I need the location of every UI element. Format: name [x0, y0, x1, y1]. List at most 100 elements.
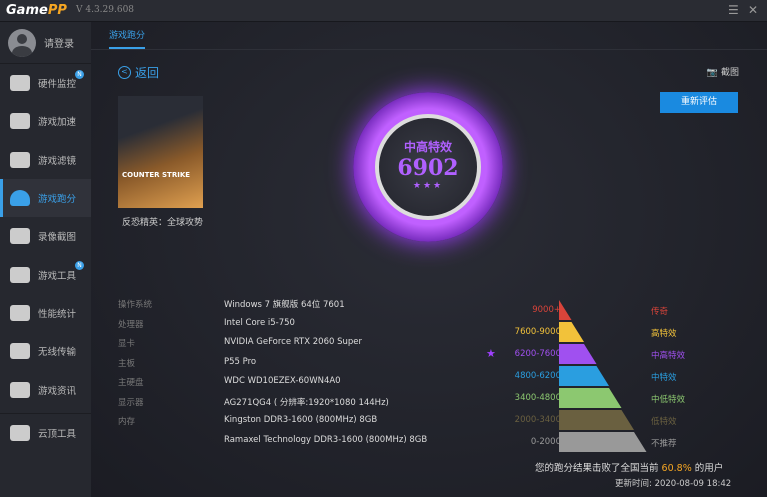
nav-icon: [10, 304, 30, 321]
sidebar-item-9[interactable]: 云顶工具: [0, 414, 91, 452]
sidebar-item-label: 硬件监控: [38, 79, 77, 91]
new-badge: N: [75, 261, 84, 271]
update-time: 更新时间: 2020-08-09 18:42: [615, 479, 732, 489]
sidebar-item-5[interactable]: 游戏工具 N: [0, 255, 91, 293]
result-text: 您的跑分结果击败了全国当前 60.8% 的用户: [535, 460, 723, 474]
new-badge: N: [75, 70, 84, 79]
nav-icon: [10, 113, 30, 130]
version: V 4.3.29.608: [76, 5, 135, 15]
sidebar-item-4[interactable]: 录像截图: [0, 217, 91, 255]
menu-icon[interactable]: ☰: [728, 3, 739, 17]
back-label: 返回: [135, 66, 160, 80]
spec-key: 显卡: [118, 339, 136, 349]
tier-range: 9000+: [532, 305, 561, 315]
tier-name: 中低特效: [651, 395, 686, 405]
tier-range: 4800-6200: [514, 371, 561, 381]
retest-button[interactable]: 重新评估: [660, 92, 738, 113]
sidebar-item-1[interactable]: 游戏加速: [0, 102, 91, 140]
nav-icon: [10, 75, 30, 92]
title-bar: GamePP V 4.3.29.608 ☰ ✕: [0, 0, 767, 22]
tier-name: 中高特效: [651, 351, 686, 361]
close-icon[interactable]: ✕: [748, 3, 758, 17]
spec-value: AG271QG4 ( 分辨率:1920*1080 144Hz): [224, 397, 389, 408]
spec-key: 显示器: [118, 397, 144, 408]
spec-key: 处理器: [118, 319, 144, 330]
sidebar-item-label: 游戏资讯: [38, 385, 77, 397]
main-panel: 游戏跑分 < 返回 📷 截图 重新评估 COUNTER STRIKE 反恐精英：全…: [91, 22, 767, 497]
avatar: [8, 28, 36, 57]
tier-range: 0-2000: [530, 437, 561, 447]
tab-benchmark[interactable]: 游戏跑分: [109, 28, 146, 49]
spec-key: 主板: [118, 358, 136, 369]
spec-row: 内存 Kingston DDR3-1600 (800MHz) 8GB: [118, 415, 427, 435]
spec-value: P55 Pro: [224, 356, 257, 367]
tier-bar: [559, 432, 647, 452]
spec-key: 内存: [118, 417, 136, 427]
score-level: 中高特效: [403, 140, 452, 154]
spec-row: 操作系统 Windows 7 旗舰版 64位 7601: [118, 298, 427, 318]
login-label: 请登录: [44, 39, 74, 50]
tier-name: 中特效: [651, 373, 677, 383]
sidebar-item-8[interactable]: 游戏资讯: [0, 370, 91, 408]
cover-title: COUNTER STRIKE: [122, 171, 191, 179]
tier-bar: [559, 388, 622, 408]
sidebar-item-2[interactable]: 游戏滤镜: [0, 141, 91, 179]
result-pre: 您的跑分结果击败了全国当前: [535, 463, 659, 474]
spec-row: 显示器 AG271QG4 ( 分辨率:1920*1080 144Hz): [118, 396, 427, 416]
spec-key: 操作系统: [118, 300, 153, 310]
tier-bar: [559, 410, 634, 430]
sidebar-item-label: 游戏加速: [38, 117, 77, 129]
tier-name: 低特效: [651, 417, 677, 427]
spec-row: 显卡 NVIDIA GeForce RTX 2060 Super: [118, 337, 427, 357]
tier-range: 6200-7600: [514, 349, 561, 359]
sidebar-item-label: 游戏工具: [38, 270, 77, 282]
screenshot-button[interactable]: 📷 截图: [707, 65, 739, 78]
nav-icon: [10, 190, 30, 207]
spec-row: 主硬盘 WDC WD10EZEX-60WN4A0: [118, 376, 427, 396]
sidebar-item-label: 云顶工具: [38, 428, 77, 440]
score-stars: ★★★: [412, 181, 444, 191]
sidebar-item-7[interactable]: 无线传输: [0, 332, 91, 370]
game-cover: COUNTER STRIKE: [118, 96, 203, 208]
sidebar-item-6[interactable]: 性能统计: [0, 294, 91, 332]
sidebar-item-label: 游戏跑分: [38, 194, 77, 206]
app-logo: GamePP: [6, 3, 67, 18]
spec-value: Kingston DDR3-1600 (800MHz) 8GB: [224, 415, 378, 425]
spec-row: Ramaxel Technology DDR3-1600 (800MHz) 8G…: [118, 435, 427, 455]
sidebar-item-label: 无线传输: [38, 347, 77, 359]
tier-name: 高特效: [651, 329, 677, 339]
game-name: 反恐精英：全球攻势: [122, 218, 204, 228]
sidebar-item-label: 性能统计: [38, 308, 77, 320]
back-button[interactable]: < 返回: [118, 64, 159, 81]
tier-range: 3400-4800: [514, 393, 561, 403]
nav-icon: [10, 343, 30, 360]
tier-name: 传奇: [651, 307, 669, 317]
nav-icon: [10, 151, 30, 168]
spec-value: Ramaxel Technology DDR3-1600 (800MHz) 8G…: [224, 434, 428, 445]
tier-bar: [559, 344, 597, 364]
tier-bar: [559, 366, 609, 386]
back-icon: <: [118, 66, 131, 79]
score-value: 6902: [397, 155, 459, 181]
login-button[interactable]: 请登录: [0, 22, 91, 64]
spec-row: 主板 P55 Pro: [118, 357, 427, 377]
result-post: 的用户: [694, 463, 724, 474]
sidebar-item-label: 游戏滤镜: [38, 155, 77, 167]
sidebar: 请登录 硬件监控 N 游戏加速 游戏滤镜 游戏跑分 录像截图 游戏工具 N 性能统计 无线传输 游戏…: [0, 22, 91, 497]
nav-icon: [10, 266, 30, 283]
nav-icon: [10, 424, 30, 441]
tier-bar: [559, 300, 572, 320]
result-percent: 60.8%: [661, 463, 692, 474]
score-badge: 中高特效 6902 ★★★: [353, 92, 503, 242]
spec-key: [118, 435, 224, 455]
sidebar-item-0[interactable]: 硬件监控 N: [0, 64, 91, 102]
nav-icon: [10, 381, 30, 398]
sidebar-item-label: 录像截图: [38, 232, 77, 244]
nav-icon: [10, 228, 30, 245]
tier-bar: [559, 322, 584, 342]
spec-value: Intel Core i5-750: [224, 317, 295, 328]
screenshot-label: 截图: [720, 68, 739, 78]
spec-value: NVIDIA GeForce RTX 2060 Super: [224, 337, 363, 347]
spec-list: 操作系统 Windows 7 旗舰版 64位 7601 处理器 Intel Core …: [118, 298, 427, 454]
sidebar-item-3[interactable]: 游戏跑分: [0, 178, 91, 218]
